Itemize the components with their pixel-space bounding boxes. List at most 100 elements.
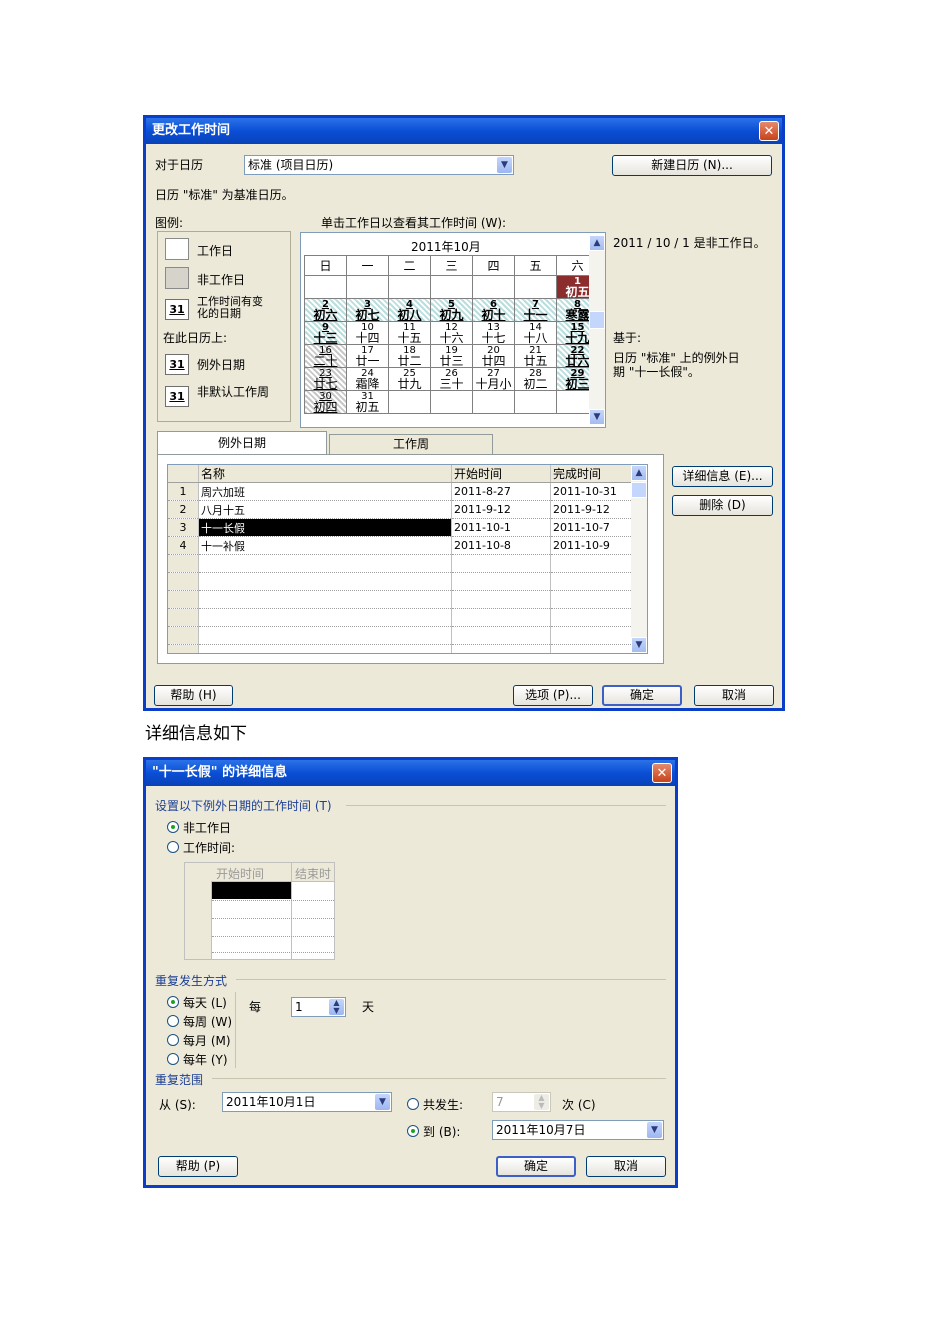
table-row[interactable] xyxy=(168,554,632,573)
calendar-day[interactable]: 21 廿五 xyxy=(514,344,557,368)
table-cell-start[interactable] xyxy=(451,554,551,573)
calendar-day[interactable]: 25 廿九 xyxy=(388,367,431,391)
tab-work-weeks[interactable]: 工作周 xyxy=(329,434,493,455)
table-cell-name[interactable] xyxy=(198,572,452,591)
table-cell-name[interactable]: 八月十五 xyxy=(198,500,452,519)
table-cell-name[interactable] xyxy=(198,590,452,609)
close-icon[interactable]: ✕ xyxy=(652,763,672,783)
new-calendar-button[interactable]: 新建日历 (N)... xyxy=(612,155,772,176)
scroll-down-icon[interactable]: ▼ xyxy=(631,637,647,653)
scroll-down-icon[interactable]: ▼ xyxy=(589,409,605,425)
table-cell-start[interactable]: 2011-9-12 xyxy=(451,500,551,519)
table-cell-name[interactable] xyxy=(198,554,452,573)
table-cell-end[interactable] xyxy=(550,626,632,645)
table-row[interactable]: 1 周六加班 2011-8-27 2011-10-31 xyxy=(168,482,632,501)
to-radio[interactable] xyxy=(407,1125,419,1137)
delete-button[interactable]: 删除 (D) xyxy=(672,495,773,516)
cancel-button[interactable]: 取消 xyxy=(694,685,774,706)
scroll-up-icon[interactable]: ▲ xyxy=(589,235,605,251)
table-cell-start[interactable] xyxy=(451,626,551,645)
table-cell-end[interactable]: 2011-10-31 xyxy=(550,482,632,501)
scroll-thumb[interactable] xyxy=(631,482,647,498)
to-date-picker[interactable]: 2011年10月7日 ▼ xyxy=(492,1120,664,1140)
help-button[interactable]: 帮助 (H) xyxy=(154,685,233,706)
col-header-finish[interactable]: 完成时间 xyxy=(550,465,632,483)
calendar-day[interactable]: 10 十四 xyxy=(346,321,389,345)
details-button[interactable]: 详细信息 (E)... xyxy=(672,466,773,487)
weekly-radio[interactable] xyxy=(167,1015,179,1027)
scroll-thumb[interactable] xyxy=(589,311,605,329)
occurrences-radio[interactable] xyxy=(407,1098,419,1110)
worktime-radio[interactable] xyxy=(167,841,179,853)
calendar-day[interactable]: 11 十五 xyxy=(388,321,431,345)
calendar-day[interactable]: 17 廿一 xyxy=(346,344,389,368)
calendar-day[interactable]: 13 十七 xyxy=(472,321,515,345)
calendar-day[interactable]: 27 十月小 xyxy=(472,367,515,391)
calendar-day[interactable]: 30 初四 xyxy=(304,390,347,414)
row-number[interactable] xyxy=(168,626,199,645)
calendar-day[interactable]: 4 初八 xyxy=(388,298,431,322)
col-header-start[interactable]: 开始时间 xyxy=(451,465,551,483)
selected-start-cell[interactable] xyxy=(212,882,291,899)
row-number[interactable]: 1 xyxy=(168,482,199,501)
table-cell-start[interactable]: 2011-8-27 xyxy=(451,482,551,501)
calendar-day[interactable]: 12 十六 xyxy=(430,321,473,345)
chevron-down-icon[interactable]: ▼ xyxy=(375,1094,390,1110)
calendar-day[interactable]: 28 初二 xyxy=(514,367,557,391)
row-number[interactable]: 3 xyxy=(168,518,199,537)
table-cell-name[interactable] xyxy=(198,644,452,653)
row-number[interactable] xyxy=(168,608,199,627)
daily-radio[interactable] xyxy=(167,996,179,1008)
from-date-picker[interactable]: 2011年10月1日 ▼ xyxy=(222,1092,392,1112)
row-number[interactable]: 4 xyxy=(168,536,199,555)
calendar-day[interactable]: 9 十三 xyxy=(304,321,347,345)
table-cell-end[interactable] xyxy=(550,572,632,591)
table-cell-end[interactable] xyxy=(550,590,632,609)
every-stepper[interactable]: 1 ▲ ▼ xyxy=(291,997,346,1017)
table-cell-name[interactable] xyxy=(198,626,452,645)
table-cell-start[interactable]: 2011-10-8 xyxy=(451,536,551,555)
table-row[interactable]: 3 十一长假 2011-10-1 2011-10-7 xyxy=(168,518,632,537)
calendar-day[interactable]: 16 二十 xyxy=(304,344,347,368)
calendar-day[interactable]: 23 廿七 xyxy=(304,367,347,391)
table-cell-start[interactable] xyxy=(451,608,551,627)
calendar-day[interactable]: 6 初十 xyxy=(472,298,515,322)
table-cell-end[interactable]: 2011-10-7 xyxy=(550,518,632,537)
table-row[interactable] xyxy=(168,626,632,645)
calendar-scrollbar[interactable]: ▲ ▼ xyxy=(589,235,605,425)
spin-icon[interactable]: ▲ ▼ xyxy=(329,999,344,1015)
calendar-day[interactable]: 14 十八 xyxy=(514,321,557,345)
table-cell-end[interactable]: 2011-10-9 xyxy=(550,536,632,555)
options-button[interactable]: 选项 (P)... xyxy=(513,685,593,706)
calendar-day[interactable]: 31 初五 xyxy=(346,390,389,414)
col-header-name[interactable]: 名称 xyxy=(198,465,452,483)
calendar-day[interactable]: 5 初九 xyxy=(430,298,473,322)
chevron-down-icon[interactable]: ▼ xyxy=(497,157,512,173)
table-cell-end[interactable] xyxy=(550,644,632,653)
row-number[interactable]: 2 xyxy=(168,500,199,519)
calendar-day[interactable]: 24 霜降 xyxy=(346,367,389,391)
row-number[interactable] xyxy=(168,590,199,609)
table-cell-name[interactable]: 十一补假 xyxy=(198,536,452,555)
table-cell-start[interactable] xyxy=(451,572,551,591)
row-number[interactable] xyxy=(168,644,199,653)
calendar-day[interactable]: 2 初六 xyxy=(304,298,347,322)
monthly-radio[interactable] xyxy=(167,1034,179,1046)
help-button[interactable]: 帮助 (P) xyxy=(158,1156,238,1177)
table-row[interactable] xyxy=(168,608,632,627)
table-row[interactable]: 2 八月十五 2011-9-12 2011-9-12 xyxy=(168,500,632,519)
table-cell-name[interactable]: 十一长假 xyxy=(198,518,452,537)
table-row[interactable] xyxy=(168,644,632,653)
spin-icon[interactable]: ▲ ▼ xyxy=(534,1094,549,1110)
table-cell-name[interactable] xyxy=(198,608,452,627)
tab-exceptions[interactable]: 例外日期 xyxy=(157,431,327,455)
close-icon[interactable]: ✕ xyxy=(759,121,779,141)
table-scrollbar[interactable]: ▲ ▼ xyxy=(631,465,647,653)
calendar-select[interactable]: 标准 (项目日历) ▼ xyxy=(244,155,514,175)
table-cell-end[interactable] xyxy=(550,554,632,573)
calendar-day[interactable]: 3 初七 xyxy=(346,298,389,322)
cancel-button[interactable]: 取消 xyxy=(586,1156,666,1177)
calendar-day[interactable]: 7 十一 xyxy=(514,298,557,322)
calendar-day[interactable]: 18 廿二 xyxy=(388,344,431,368)
ok-button[interactable]: 确定 xyxy=(602,685,682,706)
